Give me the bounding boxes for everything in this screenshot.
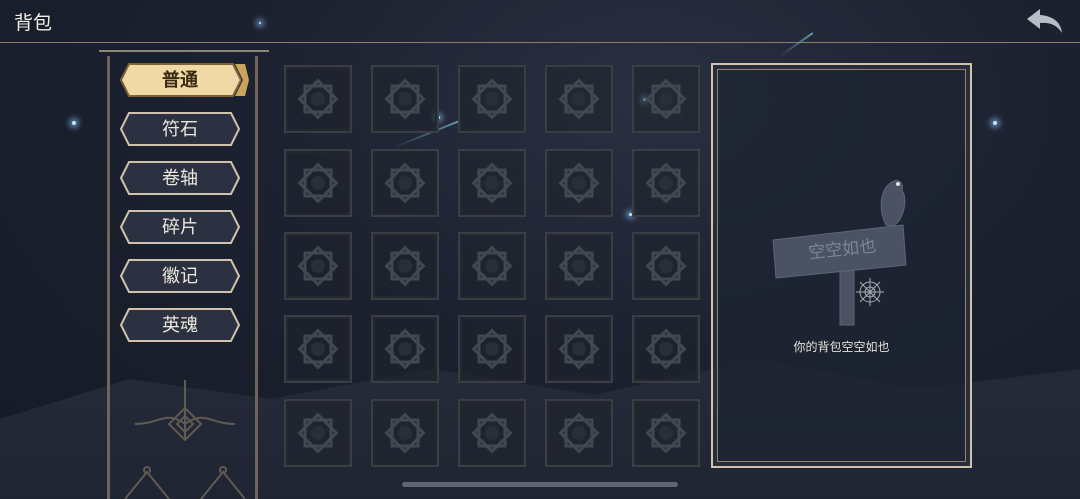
empty-slot-emblem-icon: [471, 78, 513, 120]
empty-slot-emblem-icon: [645, 78, 687, 120]
inventory-slot[interactable]: [458, 65, 526, 133]
empty-slot-emblem-icon: [645, 328, 687, 370]
empty-slot-emblem-icon: [297, 162, 339, 204]
empty-slot-emblem-icon: [297, 78, 339, 120]
empty-slot-emblem-icon: [384, 162, 426, 204]
tab-label: 碎片: [162, 217, 198, 238]
tab-scroll[interactable]: 卷轴: [119, 160, 241, 195]
inventory-slot[interactable]: [545, 149, 613, 217]
inventory-slot[interactable]: [632, 232, 700, 300]
empty-slot-emblem-icon: [384, 78, 426, 120]
empty-slot-emblem-icon: [297, 245, 339, 287]
tab-label: 徽记: [162, 266, 198, 287]
tab-label: 符石: [162, 119, 198, 140]
sidebar-rail-left: [107, 56, 110, 499]
tab-hero-soul[interactable]: 英魂: [119, 307, 241, 342]
inventory-slot[interactable]: [284, 149, 352, 217]
inventory-slot[interactable]: [284, 65, 352, 133]
empty-slot-emblem-icon: [384, 245, 426, 287]
inventory-slot[interactable]: [284, 232, 352, 300]
inventory-slot[interactable]: [545, 65, 613, 133]
empty-slot-emblem-icon: [384, 412, 426, 454]
tab-runestone[interactable]: 符石: [119, 111, 241, 146]
empty-inventory-message: 你的背包空空如也: [793, 340, 890, 354]
empty-slot-emblem-icon: [645, 245, 687, 287]
empty-slot-emblem-icon: [471, 328, 513, 370]
empty-slot-emblem-icon: [558, 412, 600, 454]
inventory-slot[interactable]: [458, 399, 526, 467]
inventory-slot[interactable]: [284, 399, 352, 467]
empty-slot-emblem-icon: [471, 162, 513, 204]
inventory-slot[interactable]: [545, 315, 613, 383]
back-arrow-icon: [1027, 9, 1062, 33]
inventory-slot[interactable]: [458, 315, 526, 383]
tab-fragment[interactable]: 碎片: [119, 209, 241, 244]
inventory-slot[interactable]: [632, 315, 700, 383]
top-bar: 背包: [0, 0, 1080, 43]
tab-label: 英魂: [162, 315, 198, 336]
sidebar-rail-right: [255, 56, 258, 499]
empty-slot-emblem-icon: [297, 412, 339, 454]
inventory-slot[interactable]: [632, 65, 700, 133]
empty-slot-emblem-icon: [558, 162, 600, 204]
scrollbar[interactable]: [402, 482, 678, 487]
inventory-slot[interactable]: [371, 232, 439, 300]
tab-normal[interactable]: 普通: [119, 62, 249, 97]
inventory-slot[interactable]: [371, 65, 439, 133]
inventory-slot[interactable]: [371, 315, 439, 383]
inventory-slot[interactable]: [458, 149, 526, 217]
empty-slot-emblem-icon: [384, 328, 426, 370]
back-button[interactable]: [1024, 6, 1066, 36]
empty-slot-emblem-icon: [558, 78, 600, 120]
inventory-slot[interactable]: [458, 232, 526, 300]
item-detail-panel: 空空如也 你的背包空空如也: [711, 63, 972, 468]
tab-label: 普通: [162, 70, 198, 91]
inventory-slot[interactable]: [284, 315, 352, 383]
inventory-slot[interactable]: [632, 149, 700, 217]
empty-slot-emblem-icon: [645, 412, 687, 454]
empty-slot-emblem-icon: [297, 328, 339, 370]
empty-slot-emblem-icon: [558, 245, 600, 287]
inventory-slot[interactable]: [632, 399, 700, 467]
inventory-slot[interactable]: [371, 149, 439, 217]
inventory-slot[interactable]: [545, 232, 613, 300]
empty-slot-emblem-icon: [471, 245, 513, 287]
page-title: 背包: [14, 12, 53, 34]
inventory-slot[interactable]: [545, 399, 613, 467]
inventory-slot[interactable]: [371, 399, 439, 467]
empty-slot-emblem-icon: [645, 162, 687, 204]
ornament-icon: [125, 380, 245, 499]
category-sidebar: 普通 符石 卷轴 碎片 徽记 英魂: [95, 50, 273, 499]
tab-emblem[interactable]: 徽记: [119, 258, 241, 293]
tab-label: 卷轴: [162, 168, 198, 189]
empty-slot-emblem-icon: [558, 328, 600, 370]
empty-slot-emblem-icon: [471, 412, 513, 454]
sidebar-top-rail: [99, 50, 269, 57]
